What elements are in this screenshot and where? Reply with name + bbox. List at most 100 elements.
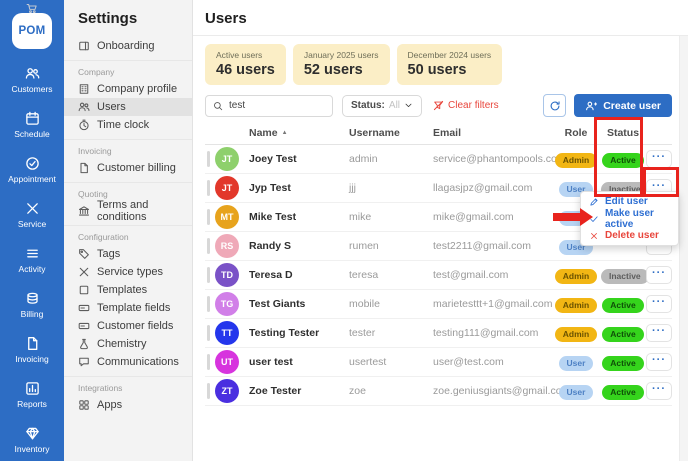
settings-item-label: Customer fields xyxy=(97,320,173,332)
settings-item-service-types[interactable]: Service types xyxy=(64,263,192,281)
settings-item-customer-billing[interactable]: Customer billing xyxy=(64,159,192,177)
table-row: TD Teresa D teresa test@gmail.com Admin … xyxy=(205,261,672,290)
settings-item-customer-fields[interactable]: Customer fields xyxy=(64,317,192,335)
row-actions-button[interactable]: ··· xyxy=(646,266,672,284)
customers-icon xyxy=(25,66,40,81)
settings-item-communications[interactable]: Communications xyxy=(64,353,192,371)
table-toolbar: Status: All Clear filters Create user xyxy=(205,94,672,117)
search-input[interactable] xyxy=(229,100,325,111)
username-cell: tester xyxy=(349,327,433,339)
customer-billing-icon xyxy=(78,162,90,174)
sidebar-item-label: Customers xyxy=(11,84,52,94)
menu-item-make-user-active[interactable]: Make user active xyxy=(581,210,678,227)
column-header-role[interactable]: Role xyxy=(551,127,601,139)
check-icon xyxy=(589,214,599,224)
settings-item-label: Template fields xyxy=(97,302,170,314)
sidebar-item-billing[interactable]: Billing xyxy=(0,282,64,327)
clock-icon xyxy=(78,119,90,131)
invoicing-icon xyxy=(25,336,40,351)
settings-group-label: Invoicing xyxy=(64,144,192,159)
page-title: Users xyxy=(205,10,672,27)
table-row: TG Test Giants mobile marietesttt+1@gmai… xyxy=(205,290,672,319)
clear-filters-button[interactable]: Clear filters xyxy=(433,100,499,111)
user-name: Randy S xyxy=(249,240,349,252)
row-actions-button[interactable]: ··· xyxy=(646,353,672,371)
user-name: user test xyxy=(249,356,349,368)
user-name: Mike Test xyxy=(249,211,349,223)
settings-item-templates[interactable]: Templates xyxy=(64,281,192,299)
settings-item-company-profile[interactable]: Company profile xyxy=(64,80,192,98)
sidebar-item-appointment[interactable]: Appointment xyxy=(0,147,64,192)
app-sidebar: POM Customers Schedule Appointment Servi… xyxy=(0,0,64,461)
settings-item-terms-and-conditions[interactable]: Terms and conditions xyxy=(64,202,192,220)
status-badge: Active xyxy=(602,327,644,342)
row-actions-button[interactable]: ··· xyxy=(646,324,672,342)
stats-cards: Active users 46 users January 2025 users… xyxy=(205,44,672,85)
settings-item-time-clock[interactable]: Time clock xyxy=(64,116,192,134)
status-filter-label: Status: xyxy=(351,100,385,111)
status-filter-dropdown[interactable]: Status: All xyxy=(342,95,422,117)
email-cell: user@test.com xyxy=(433,356,551,368)
sidebar-item-activity[interactable]: Activity xyxy=(0,237,64,282)
sidebar-item-service[interactable]: Service xyxy=(0,192,64,237)
settings-item-tags[interactable]: Tags xyxy=(64,245,192,263)
search-input-wrapper xyxy=(205,95,333,117)
row-drag-handle xyxy=(207,296,210,312)
sidebar-item-label: Activity xyxy=(19,264,46,274)
create-user-button[interactable]: Create user xyxy=(574,94,672,117)
app-logo[interactable]: POM xyxy=(12,13,52,49)
sidebar-item-reports[interactable]: Reports xyxy=(0,372,64,417)
refresh-button[interactable] xyxy=(543,94,566,117)
row-drag-handle xyxy=(207,209,210,225)
templates-icon xyxy=(78,284,90,296)
sidebar-item-label: Appointment xyxy=(8,174,56,184)
stat-card-value: 46 users xyxy=(216,63,275,78)
status-badge: Active xyxy=(602,385,644,400)
role-badge: Admin xyxy=(555,153,597,168)
sidebar-item-invoicing[interactable]: Invoicing xyxy=(0,327,64,372)
users-icon xyxy=(78,101,90,113)
sidebar-item-label: Reports xyxy=(17,399,47,409)
inventory-icon xyxy=(25,426,40,441)
username-cell: usertest xyxy=(349,356,433,368)
vertical-scrollbar[interactable] xyxy=(679,36,688,461)
sidebar-item-inventory[interactable]: Inventory xyxy=(0,417,64,461)
user-name: Teresa D xyxy=(249,269,349,281)
row-actions-button[interactable]: ··· xyxy=(646,295,672,313)
status-badge: Inactive xyxy=(601,269,649,284)
sidebar-item-label: Invoicing xyxy=(15,354,49,364)
avatar: JT xyxy=(215,176,239,200)
settings-item-label: Onboarding xyxy=(97,40,155,52)
sidebar-item-customers[interactable]: Customers xyxy=(0,57,64,102)
company-icon xyxy=(78,83,90,95)
sidebar-item-schedule[interactable]: Schedule xyxy=(0,102,64,147)
pencil-icon xyxy=(589,197,599,207)
row-actions-button[interactable]: ··· xyxy=(646,150,672,168)
settings-item-label: Users xyxy=(97,101,126,113)
table-row: TT Testing Tester tester testing111@gmai… xyxy=(205,319,672,348)
settings-group: Quoting Terms and conditions xyxy=(64,182,192,220)
settings-item-users[interactable]: Users xyxy=(64,98,192,116)
settings-item-chemistry[interactable]: Chemistry xyxy=(64,335,192,353)
communications-icon xyxy=(78,356,90,368)
sidebar-item-label: Inventory xyxy=(15,444,50,454)
menu-item-delete-user[interactable]: Delete user xyxy=(581,227,678,244)
settings-item-apps[interactable]: Apps xyxy=(64,396,192,414)
column-header-username[interactable]: Username xyxy=(349,127,433,139)
row-actions-button[interactable]: ··· xyxy=(646,382,672,400)
email-cell: marietesttt+1@gmail.com xyxy=(433,298,551,310)
avatar: TG xyxy=(215,292,239,316)
username-cell: rumen xyxy=(349,240,433,252)
settings-item-template-fields[interactable]: Template fields xyxy=(64,299,192,317)
column-header-status[interactable]: Status xyxy=(601,127,645,139)
stat-card-january-2025-users: January 2025 users 52 users xyxy=(293,44,390,85)
row-drag-handle xyxy=(207,354,210,370)
settings-item-onboarding[interactable]: Onboarding xyxy=(64,37,192,55)
column-header-name[interactable]: Name▲ xyxy=(249,127,349,139)
role-badge: Admin xyxy=(555,327,597,342)
user-name: Jyp Test xyxy=(249,182,349,194)
apps-icon xyxy=(78,399,90,411)
stat-card-value: 50 users xyxy=(408,63,492,78)
column-header-email[interactable]: Email xyxy=(433,127,551,139)
status-badge: Active xyxy=(602,153,644,168)
